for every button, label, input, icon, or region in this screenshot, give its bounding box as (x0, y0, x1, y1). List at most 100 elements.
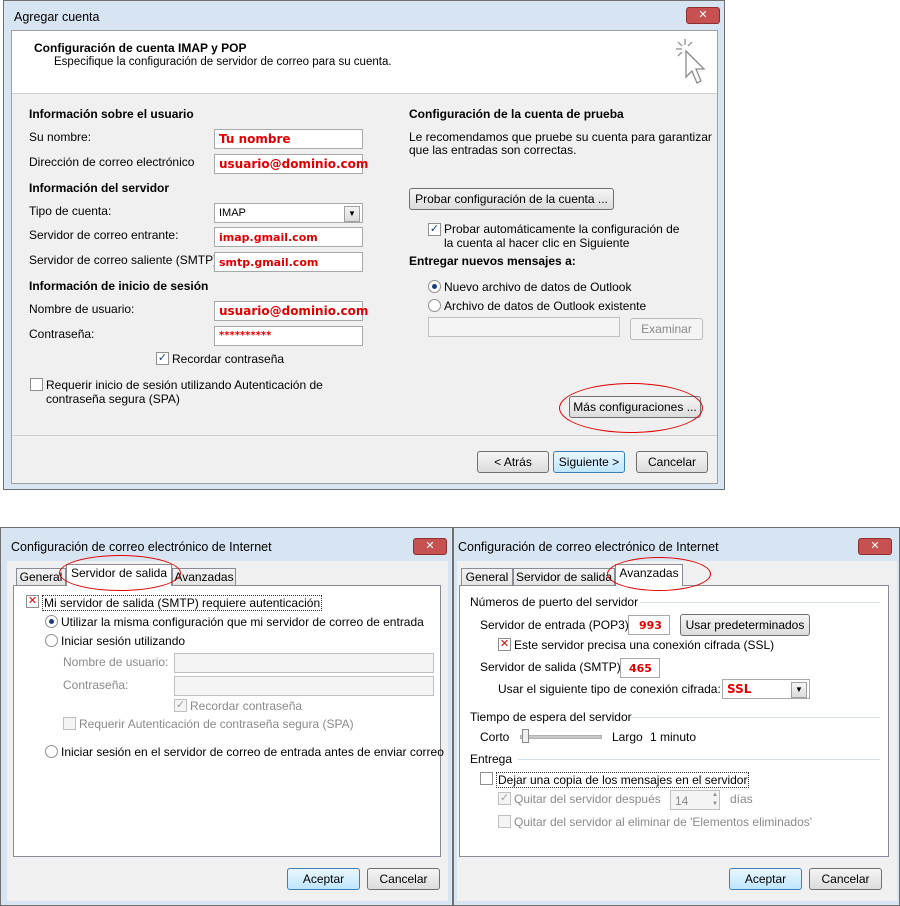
cancel-button[interactable]: Cancelar (809, 868, 882, 890)
email-input[interactable]: usuario@dominio.com (214, 154, 368, 174)
tab-advanced[interactable]: Avanzadas (615, 564, 683, 586)
leave-copy-label: Dejar una copia de los mensajes en el se… (496, 772, 750, 788)
timeout-group-line (630, 717, 880, 718)
username-input[interactable] (174, 653, 434, 673)
login-before-send-label: Iniciar sesión en el servidor de correo … (61, 745, 444, 759)
incoming-port-value: 993 (639, 619, 662, 632)
ok-button[interactable]: Aceptar (287, 868, 360, 890)
timeout-heading: Tiempo de espera del servidor (470, 710, 632, 724)
cancel-button[interactable]: Cancelar (367, 868, 440, 890)
remove-after-label: Quitar del servidor después (514, 792, 661, 806)
existing-data-file-radio[interactable] (428, 299, 441, 312)
slider-track (520, 735, 602, 739)
back-button[interactable]: < Atrás (477, 451, 549, 473)
account-type-value: IMAP (219, 207, 246, 219)
window-title: Configuración de correo electrónico de I… (11, 540, 272, 554)
username-value: usuario@dominio.com (219, 304, 369, 318)
auto-test-checkbox[interactable] (428, 223, 441, 236)
days-stepper[interactable]: 14 ▲ ▼ (670, 790, 720, 810)
name-value: Tu nombre (219, 132, 291, 146)
timeout-slider[interactable] (520, 729, 602, 743)
outgoing-server-label: Servidor de correo saliente (SMTP): (29, 253, 221, 267)
test-desc-line1: Le recomendamos que pruebe su cuenta par… (409, 130, 712, 144)
data-file-path-input[interactable] (428, 317, 620, 337)
remember-password-checkbox[interactable] (156, 352, 169, 365)
dialog-client: General Servidor de salida Avanzadas Mi … (7, 555, 448, 901)
tab-outgoing-server[interactable]: Servidor de salida (513, 568, 615, 586)
server-info-heading: Información del servidor (29, 181, 170, 195)
tab-advanced[interactable]: Avanzadas (172, 568, 236, 586)
close-button[interactable]: ✕ (858, 538, 892, 555)
spa-label-line1: Requerir inicio de sesión utilizando Aut… (46, 378, 323, 392)
chevron-down-icon[interactable]: ▼ (344, 206, 360, 222)
outgoing-server-input[interactable]: smtp.gmail.com (214, 252, 363, 272)
days-value: 14 (675, 794, 689, 808)
browse-button[interactable]: Examinar (630, 318, 703, 340)
password-input[interactable]: ********** (214, 326, 363, 346)
header-title: Configuración de cuenta IMAP y POP (34, 41, 247, 55)
timeout-value: 1 minuto (650, 730, 697, 744)
outgoing-port-input[interactable]: 465 (620, 658, 660, 678)
window-title: Agregar cuenta (14, 10, 100, 24)
remember-password-checkbox[interactable] (174, 699, 187, 712)
require-spa-label: Requerir Autenticación de contraseña seg… (79, 717, 354, 731)
account-type-select[interactable]: IMAP ▼ (214, 203, 363, 223)
spa-checkbox[interactable] (30, 378, 43, 391)
title-bar: Configuración de correo electrónico de I… (454, 528, 899, 558)
remove-after-checkbox[interactable] (498, 792, 511, 805)
login-using-radio[interactable] (45, 634, 58, 647)
tab-outgoing-server[interactable]: Servidor de salida (66, 564, 172, 586)
next-button[interactable]: Siguiente > (553, 451, 625, 473)
login-before-send-radio[interactable] (45, 745, 58, 758)
user-info-heading: Información sobre el usuario (29, 107, 194, 121)
auto-test-label-line1: Probar automáticamente la configuración … (444, 222, 680, 236)
test-desc-line2: que las entradas son correctas. (409, 143, 577, 157)
stepper-up-icon[interactable]: ▲ (712, 791, 718, 799)
chevron-down-icon[interactable]: ▼ (791, 682, 807, 698)
new-data-file-radio[interactable] (428, 280, 441, 293)
password-input[interactable] (174, 676, 434, 696)
delivery-heading: Entrega (470, 752, 513, 766)
encryption-select[interactable]: SSL ▼ (722, 679, 810, 699)
leave-copy-checkbox[interactable] (480, 772, 493, 785)
internet-email-settings-advanced-dialog: Configuración de correo electrónico de I… (453, 527, 900, 906)
stepper-down-icon[interactable]: ▼ (712, 800, 718, 808)
test-account-button[interactable]: Probar configuración de la cuenta ... (409, 188, 614, 210)
username-input[interactable]: usuario@dominio.com (214, 301, 368, 321)
close-button[interactable]: ✕ (686, 7, 720, 24)
spa-label-line2: contraseña segura (SPA) (46, 392, 180, 406)
smtp-auth-checkbox[interactable] (26, 595, 39, 608)
slider-thumb[interactable] (522, 729, 529, 743)
remove-deleted-label: Quitar del servidor al eliminar de 'Elem… (514, 815, 813, 829)
incoming-server-input[interactable]: imap.gmail.com (214, 227, 363, 247)
incoming-server-value: imap.gmail.com (219, 231, 318, 244)
same-settings-radio[interactable] (45, 615, 58, 628)
title-bar: Agregar cuenta ✕ (4, 1, 724, 31)
incoming-port-input[interactable]: 993 (628, 615, 670, 635)
remember-password-label: Recordar contraseña (172, 352, 285, 366)
ok-button[interactable]: Aceptar (729, 868, 802, 890)
cancel-button[interactable]: Cancelar (636, 451, 708, 473)
header-subtitle: Especifique la configuración de servidor… (54, 56, 392, 68)
smtp-auth-label: Mi servidor de salida (SMTP) requiere au… (42, 595, 323, 611)
require-spa-checkbox[interactable] (63, 717, 76, 730)
tab-general[interactable]: General (461, 568, 513, 586)
outgoing-port-value: 465 (629, 662, 652, 675)
close-button[interactable]: ✕ (413, 538, 447, 555)
username-label: Nombre de usuario: (29, 302, 135, 316)
name-input[interactable]: Tu nombre (214, 129, 363, 149)
remove-deleted-checkbox[interactable] (498, 815, 511, 828)
add-account-dialog: Agregar cuenta ✕ Configuración de cuenta… (3, 0, 725, 490)
use-defaults-button[interactable]: Usar predeterminados (680, 614, 810, 636)
auto-test-label-line2: la cuenta al hacer clic en Siguiente (444, 236, 630, 250)
header-panel: Configuración de cuenta IMAP y POP Espec… (12, 31, 717, 94)
encryption-value: SSL (727, 682, 752, 696)
name-label: Su nombre: (29, 130, 92, 144)
incoming-port-label: Servidor de entrada (POP3): (480, 618, 633, 632)
more-settings-button[interactable]: Más configuraciones ... (569, 396, 701, 418)
tab-general[interactable]: General (16, 568, 66, 586)
remember-password-label: Recordar contraseña (190, 699, 303, 713)
outgoing-port-label: Servidor de salida (SMTP): (480, 660, 625, 674)
ssl-required-checkbox[interactable] (498, 638, 511, 651)
cursor-click-icon (676, 39, 706, 84)
